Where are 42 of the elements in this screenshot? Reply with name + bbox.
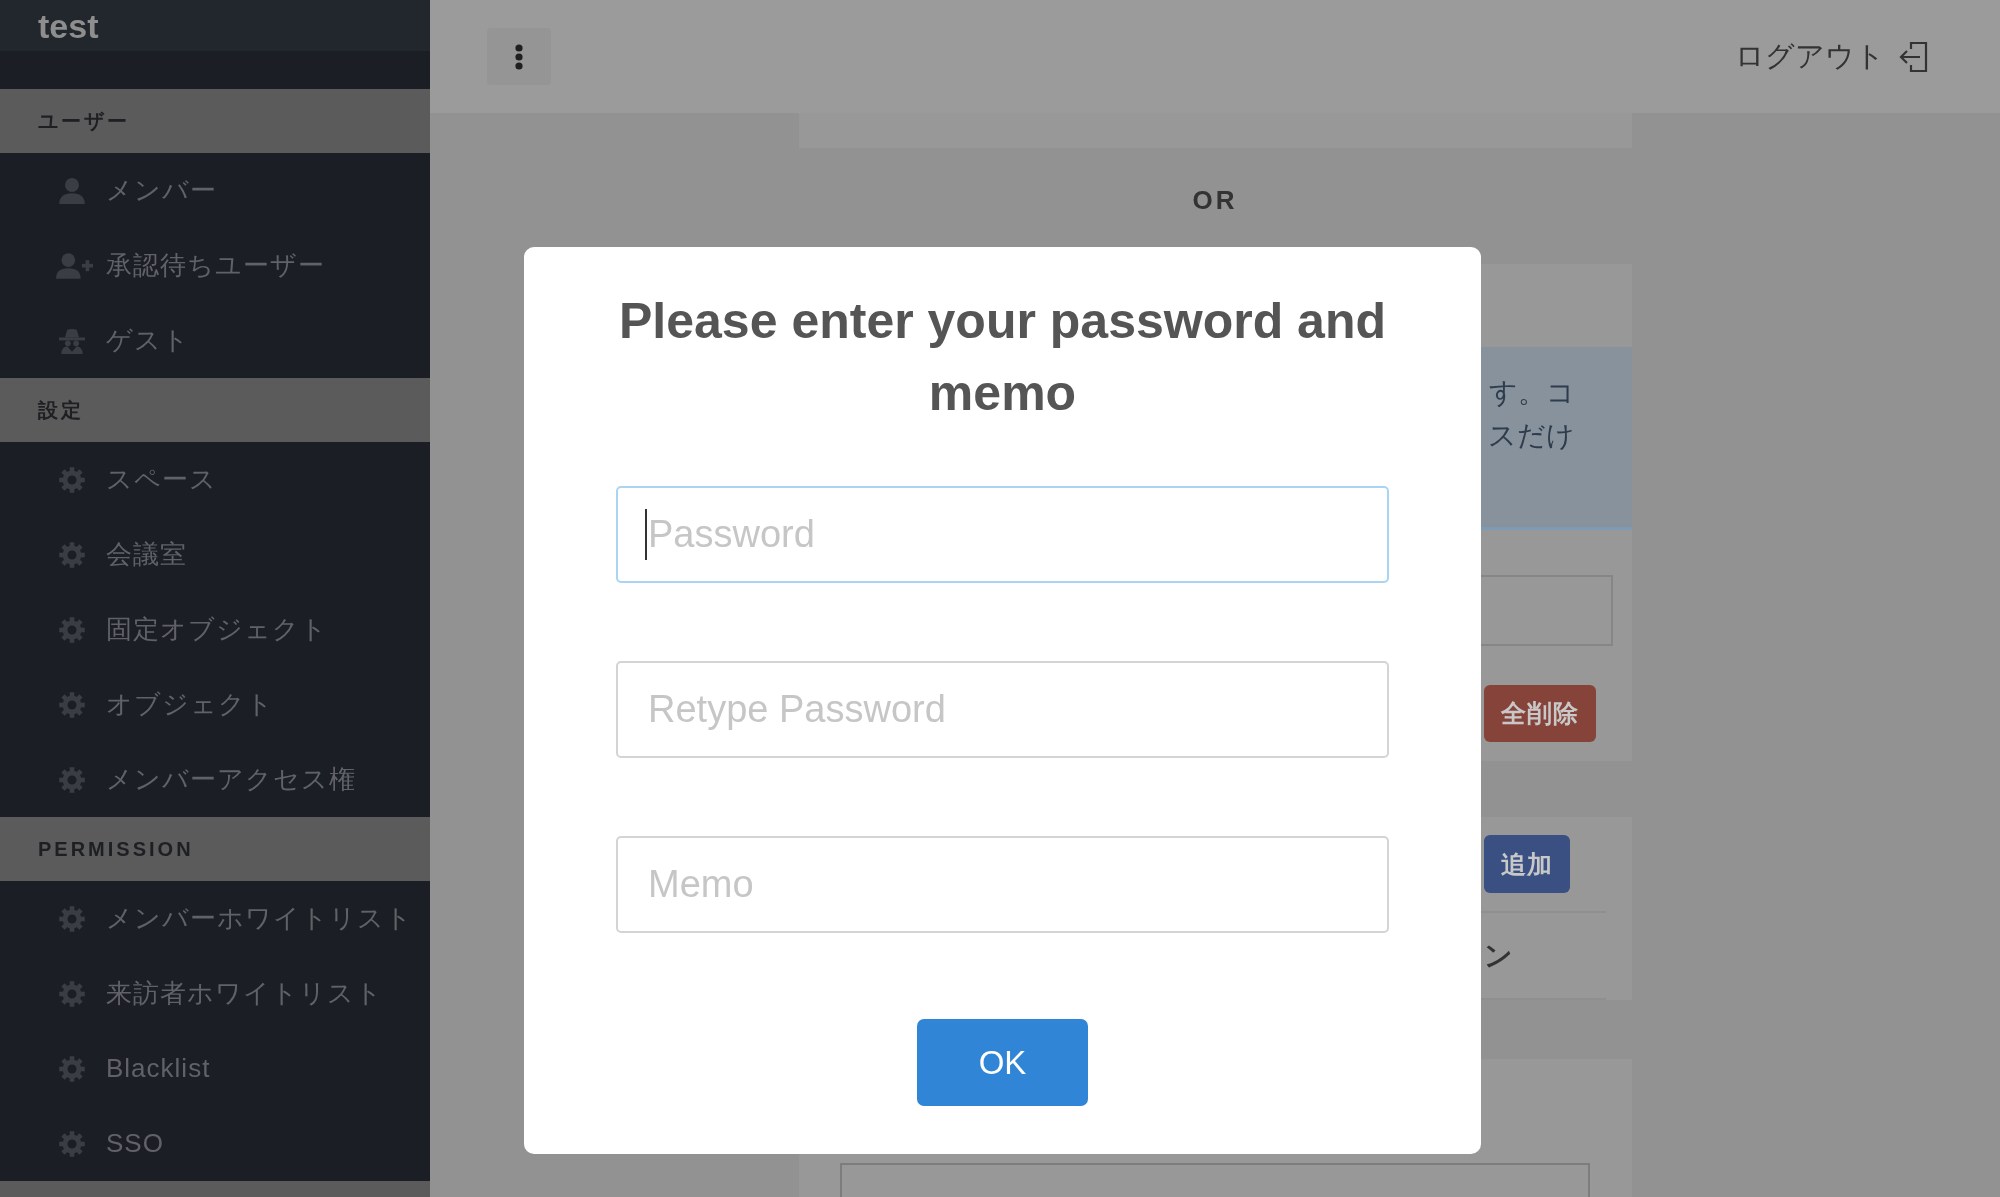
logout-link[interactable]: ログアウト	[1735, 36, 1928, 77]
incognito-icon	[59, 327, 85, 354]
ok-button[interactable]: OK	[917, 1019, 1088, 1106]
sidebar-item[interactable]: メンバー	[0, 153, 430, 228]
notice-text: す。コ	[1488, 376, 1575, 410]
separator-text: OR	[1192, 185, 1238, 215]
sidebar-item[interactable]: オブジェクト	[0, 667, 430, 742]
sidebar-item[interactable]: ゲスト	[0, 303, 430, 378]
sidebar-item[interactable]: 来訪者ホワイトリスト	[0, 956, 430, 1031]
sidebar-item[interactable]: メンバーホワイトリスト	[0, 881, 430, 956]
gear-icon	[59, 691, 85, 718]
sidebar-section-heading: ユーザー	[0, 89, 430, 153]
gear-icon	[59, 541, 85, 568]
sidebar-item[interactable]: 承認待ちユーザー	[0, 228, 430, 303]
sidebar-item[interactable]: Blacklist	[0, 1031, 430, 1106]
section-heading: ン	[1483, 938, 1513, 973]
sidebar-item[interactable]: スペース	[0, 442, 430, 517]
vertical-dots-icon	[515, 43, 523, 70]
text-cursor-icon	[645, 509, 647, 560]
person-plus-icon	[56, 252, 93, 279]
notice-text: スだけ	[1487, 419, 1575, 453]
gear-icon	[59, 766, 85, 793]
gear-icon	[59, 1055, 85, 1082]
input-field[interactable]	[839, 1163, 1590, 1197]
gear-icon	[59, 980, 85, 1007]
gear-icon	[59, 905, 85, 932]
person-icon	[59, 177, 85, 204]
sidebar-section-heading: PERMISSION	[0, 817, 430, 881]
add-button[interactable]: 追加	[1483, 835, 1570, 893]
gear-icon	[59, 1130, 85, 1157]
gear-icon	[59, 466, 85, 493]
sidebar-section-heading: 設定	[0, 378, 430, 442]
dialog-title: Please enter your password and memo	[618, 292, 1387, 423]
sidebar-item[interactable]: SSO	[0, 1106, 430, 1181]
delete-all-button[interactable]: 全削除	[1483, 685, 1596, 742]
logout-icon	[1898, 40, 1928, 73]
sidebar-item[interactable]: 固定オブジェクト	[0, 592, 430, 667]
app-title: test	[38, 8, 99, 43]
menu-button[interactable]	[487, 28, 551, 85]
sidebar-item[interactable]: メンバーアクセス権	[0, 742, 430, 817]
gear-icon	[59, 616, 85, 643]
sidebar-item[interactable]: 会議室	[0, 517, 430, 592]
